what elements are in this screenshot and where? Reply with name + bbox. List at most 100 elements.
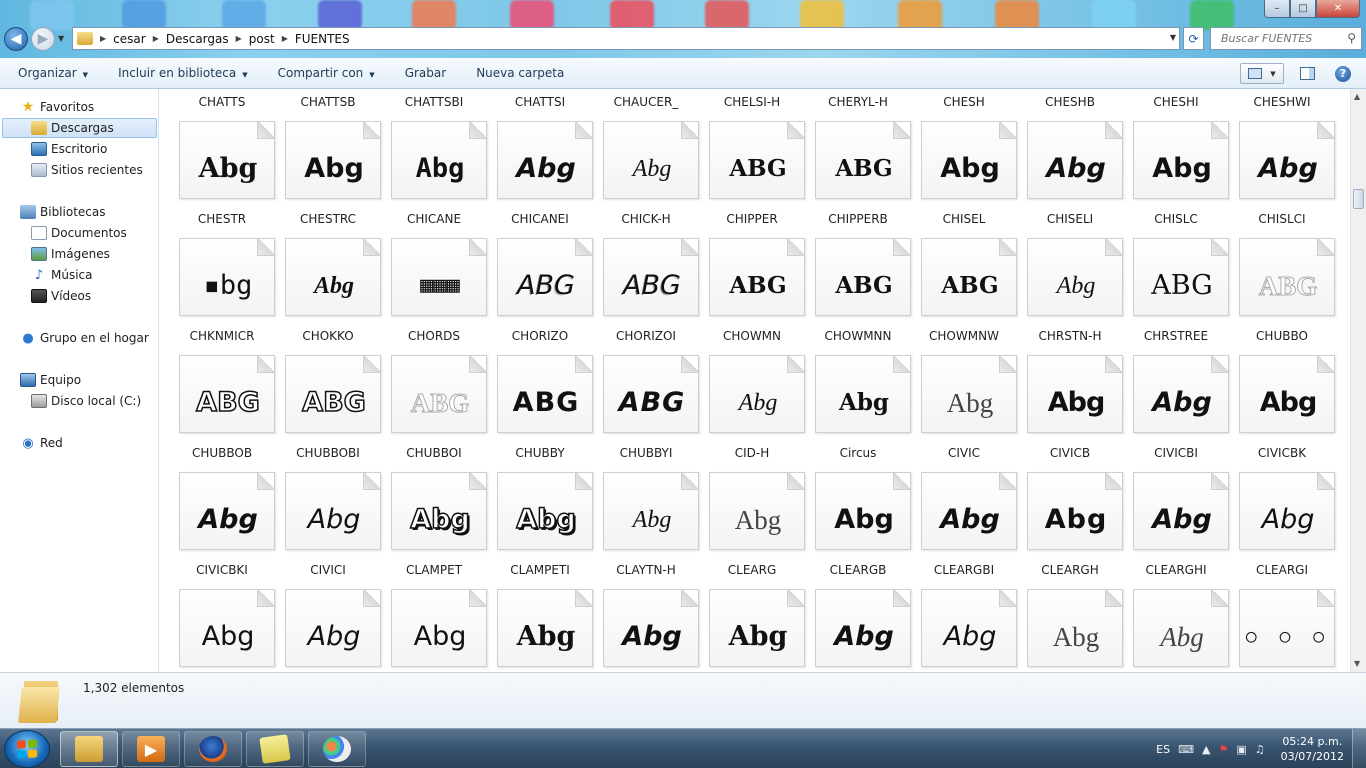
start-button[interactable] — [4, 730, 50, 768]
chevron-right-icon[interactable]: ▶ — [282, 34, 288, 43]
font-file-item[interactable]: Abg — [1133, 472, 1229, 550]
breadcrumb-descargas[interactable]: Descargas — [166, 32, 229, 46]
font-file-item[interactable]: ABG — [921, 238, 1017, 316]
font-file-item[interactable]: Abg — [1133, 121, 1229, 199]
font-file-item[interactable]: Abg — [179, 589, 275, 667]
nav-computer[interactable]: Equipo — [20, 370, 81, 390]
language-indicator[interactable]: ES — [1156, 743, 1170, 756]
font-file-item[interactable]: Abg — [815, 589, 911, 667]
minimize-button[interactable]: – — [1264, 0, 1290, 18]
font-file-item[interactable]: Abg — [285, 589, 381, 667]
font-file-item[interactable]: ▦▦▦ — [391, 238, 487, 316]
forward-button[interactable]: ▶ — [31, 27, 55, 51]
scrollbar-thumb[interactable] — [1353, 189, 1364, 209]
nav-documents[interactable]: Documentos — [31, 223, 127, 243]
scroll-down-arrow-icon[interactable]: ▼ — [1354, 659, 1360, 668]
font-file-item[interactable]: Abg — [603, 589, 699, 667]
taskbar-media-player[interactable]: ▶ — [122, 731, 180, 767]
font-file-item[interactable]: ABG — [709, 238, 805, 316]
organize-button[interactable]: Organizar ▼ — [18, 66, 88, 80]
show-desktop-button[interactable] — [1352, 729, 1366, 768]
new-folder-button[interactable]: Nueva carpeta — [476, 66, 564, 80]
font-file-item[interactable]: ABG — [815, 121, 911, 199]
burn-button[interactable]: Grabar — [405, 66, 447, 80]
show-hidden-icons-icon[interactable]: ▲ — [1202, 743, 1210, 756]
taskbar-paint[interactable] — [308, 731, 366, 767]
nav-downloads[interactable]: Descargas — [2, 118, 157, 138]
clock[interactable]: 05:24 p.m. 03/07/2012 — [1281, 734, 1344, 764]
font-file-item[interactable]: Abg — [709, 589, 805, 667]
font-file-item[interactable]: Abg — [285, 121, 381, 199]
font-file-item[interactable]: ABG — [1239, 238, 1335, 316]
font-file-item[interactable]: Abg — [179, 121, 275, 199]
chevron-right-icon[interactable]: ▶ — [153, 34, 159, 43]
font-file-item[interactable]: Abg — [1027, 589, 1123, 667]
nav-desktop[interactable]: Escritorio — [31, 139, 107, 159]
font-file-item[interactable]: ABG — [815, 238, 911, 316]
include-library-button[interactable]: Incluir en biblioteca ▼ — [118, 66, 248, 80]
font-file-item[interactable]: Abg — [603, 121, 699, 199]
taskbar-explorer[interactable] — [60, 731, 118, 767]
font-file-item[interactable]: Abg — [285, 472, 381, 550]
font-file-item[interactable]: Abg — [1239, 355, 1335, 433]
font-file-item[interactable]: Abg — [497, 472, 593, 550]
font-file-item[interactable]: Abg — [1133, 589, 1229, 667]
back-button[interactable]: ◀ — [4, 27, 28, 51]
font-file-item[interactable]: Abg — [391, 472, 487, 550]
font-file-item[interactable]: Abg — [709, 472, 805, 550]
font-file-item[interactable]: ABG — [391, 355, 487, 433]
nav-music[interactable]: ♪ Música — [31, 265, 93, 285]
keyboard-icon[interactable]: ⌨ — [1178, 743, 1194, 756]
font-file-item[interactable]: Abg — [709, 355, 805, 433]
chevron-right-icon[interactable]: ▶ — [236, 34, 242, 43]
font-file-item[interactable]: ABG — [603, 238, 699, 316]
breadcrumb-fuentes[interactable]: FUENTES — [295, 32, 350, 46]
nav-network[interactable]: ◉ Red — [20, 433, 62, 453]
font-file-item[interactable]: Abg — [1027, 472, 1123, 550]
font-file-item[interactable]: Abg — [1027, 238, 1123, 316]
scroll-up-arrow-icon[interactable]: ▲ — [1354, 92, 1360, 101]
font-file-item[interactable]: Abg — [921, 472, 1017, 550]
font-file-item[interactable]: ○ ○ ○ — [1239, 589, 1335, 667]
font-file-item[interactable]: ABG — [497, 238, 593, 316]
font-file-item[interactable]: ABG — [179, 355, 275, 433]
share-with-button[interactable]: Compartir con ▼ — [278, 66, 375, 80]
volume-icon[interactable]: ♫ — [1255, 743, 1265, 756]
nav-homegroup[interactable]: ● Grupo en el hogar — [20, 328, 148, 348]
font-file-item[interactable]: Abg — [1239, 121, 1335, 199]
font-file-item[interactable]: Abg — [497, 121, 593, 199]
nav-videos[interactable]: Vídeos — [31, 286, 91, 306]
font-file-item[interactable]: ABG — [1133, 238, 1229, 316]
maximize-button[interactable]: □ — [1290, 0, 1316, 18]
recent-pages-dropdown[interactable]: ▼ — [58, 34, 64, 43]
breadcrumb-post[interactable]: post — [249, 32, 275, 46]
font-file-item[interactable]: ABG — [709, 121, 805, 199]
font-file-item[interactable]: ABG — [603, 355, 699, 433]
action-center-flag-icon[interactable]: ⚑ — [1218, 743, 1228, 756]
font-file-item[interactable]: Abg — [1027, 121, 1123, 199]
close-button[interactable]: ✕ — [1316, 0, 1360, 18]
nav-favorites[interactable]: ★ Favoritos — [20, 97, 94, 117]
taskbar-firefox[interactable] — [184, 731, 242, 767]
font-file-item[interactable]: Abg — [391, 589, 487, 667]
change-view-button[interactable]: ▼ — [1240, 63, 1284, 84]
chevron-down-icon[interactable]: ▼ — [1170, 33, 1176, 42]
chevron-down-icon[interactable]: ▼ — [1270, 70, 1275, 78]
font-file-item[interactable]: Abg — [285, 238, 381, 316]
font-file-item[interactable]: ABG — [497, 355, 593, 433]
font-file-item[interactable]: Abg — [921, 121, 1017, 199]
font-file-item[interactable]: Abg — [815, 472, 911, 550]
font-file-item[interactable]: Abg — [391, 121, 487, 199]
search-icon[interactable]: ⚲ — [1347, 31, 1356, 45]
search-input[interactable] — [1221, 32, 1339, 45]
search-box[interactable]: ⚲ — [1210, 27, 1362, 50]
font-file-item[interactable]: ABG — [285, 355, 381, 433]
font-file-item[interactable]: Abg — [921, 355, 1017, 433]
nav-local-disk[interactable]: Disco local (C:) — [31, 391, 141, 411]
font-file-item[interactable]: Abg — [179, 472, 275, 550]
font-file-item[interactable]: Abg — [1133, 355, 1229, 433]
network-icon[interactable]: ▣ — [1236, 743, 1246, 756]
font-file-item[interactable]: Abg — [1239, 472, 1335, 550]
taskbar-sticky-notes[interactable] — [246, 731, 304, 767]
breadcrumb-cesar[interactable]: cesar — [113, 32, 146, 46]
